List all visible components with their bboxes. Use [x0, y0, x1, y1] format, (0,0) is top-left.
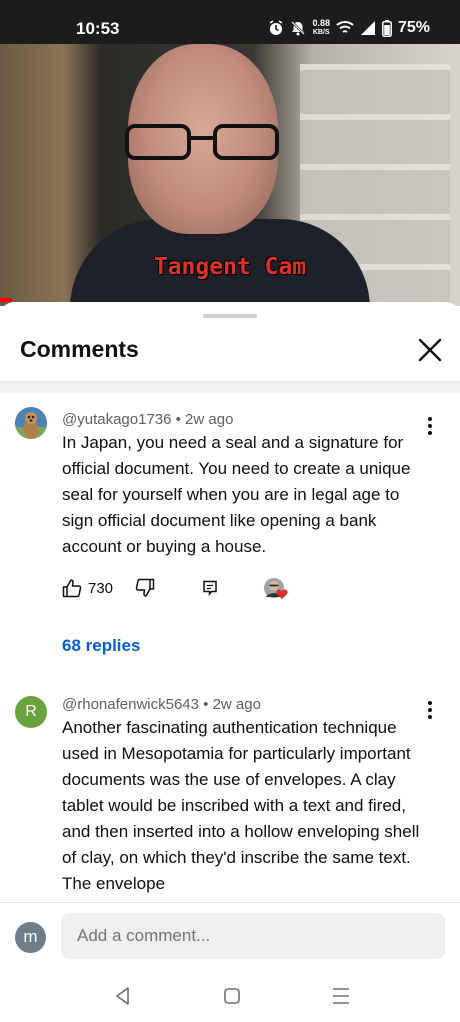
- reply-button[interactable]: [201, 579, 219, 597]
- thumbs-up-icon: [62, 579, 82, 598]
- video-player[interactable]: Tangent Cam: [0, 44, 460, 306]
- comment-actions: 730: [62, 576, 288, 600]
- reply-icon: [203, 580, 217, 597]
- net-speed-unit: KB/S: [312, 29, 330, 36]
- comment-meta: @rhonafenwick5643 • 2w ago: [62, 696, 261, 713]
- presenter-glasses: [125, 124, 285, 160]
- view-replies-link[interactable]: 68 replies: [62, 636, 140, 656]
- header-divider: [0, 381, 460, 393]
- status-time: 10:53: [76, 19, 120, 38]
- status-bar: 10:53 0.88 KB/S 75%: [0, 0, 460, 44]
- comment-text: In Japan, you need a seal and a signatur…: [62, 433, 411, 556]
- wifi-icon: [336, 21, 354, 33]
- commenter-avatar[interactable]: R: [15, 696, 47, 728]
- system-nav-bar: [0, 972, 460, 1022]
- home-nav-icon[interactable]: [220, 984, 244, 1008]
- net-speed-value: 0.88: [312, 18, 330, 28]
- dislike-button[interactable]: [135, 578, 155, 598]
- battery-icon: [382, 19, 392, 37]
- status-icons: 0.88 KB/S 75%: [268, 19, 430, 37]
- comment-meta: @yutakago1736 • 2w ago: [62, 411, 234, 428]
- sheet-title: Comments: [20, 336, 139, 362]
- like-count: 730: [88, 579, 114, 597]
- add-comment-input[interactable]: [61, 913, 445, 959]
- add-comment-bar: m: [0, 902, 460, 972]
- current-user-avatar[interactable]: m: [15, 922, 46, 953]
- signal-icon: [360, 21, 375, 35]
- close-button[interactable]: [412, 332, 448, 368]
- mute-icon: [291, 21, 306, 36]
- back-nav-icon[interactable]: [111, 984, 135, 1008]
- comment-text: Another fascinating authentication techn…: [62, 718, 420, 893]
- like-button[interactable]: 730: [62, 578, 113, 598]
- thumbs-down-icon: [135, 578, 155, 597]
- comments-sheet: Comments @yutakago1736 • 2w ago In Japan…: [0, 302, 460, 1022]
- creator-heart-badge: [263, 577, 288, 599]
- creator-heart-icon: [276, 589, 288, 599]
- battery-level: 75%: [397, 19, 430, 36]
- meerkat-avatar-icon[interactable]: [15, 407, 47, 439]
- net-speed: 0.88 KB/S: [312, 19, 330, 37]
- menu-nav-icon[interactable]: [329, 984, 353, 1008]
- drag-handle[interactable]: [203, 314, 257, 318]
- video-caption: Tangent Cam: [153, 254, 307, 280]
- alarm-icon: [269, 20, 283, 35]
